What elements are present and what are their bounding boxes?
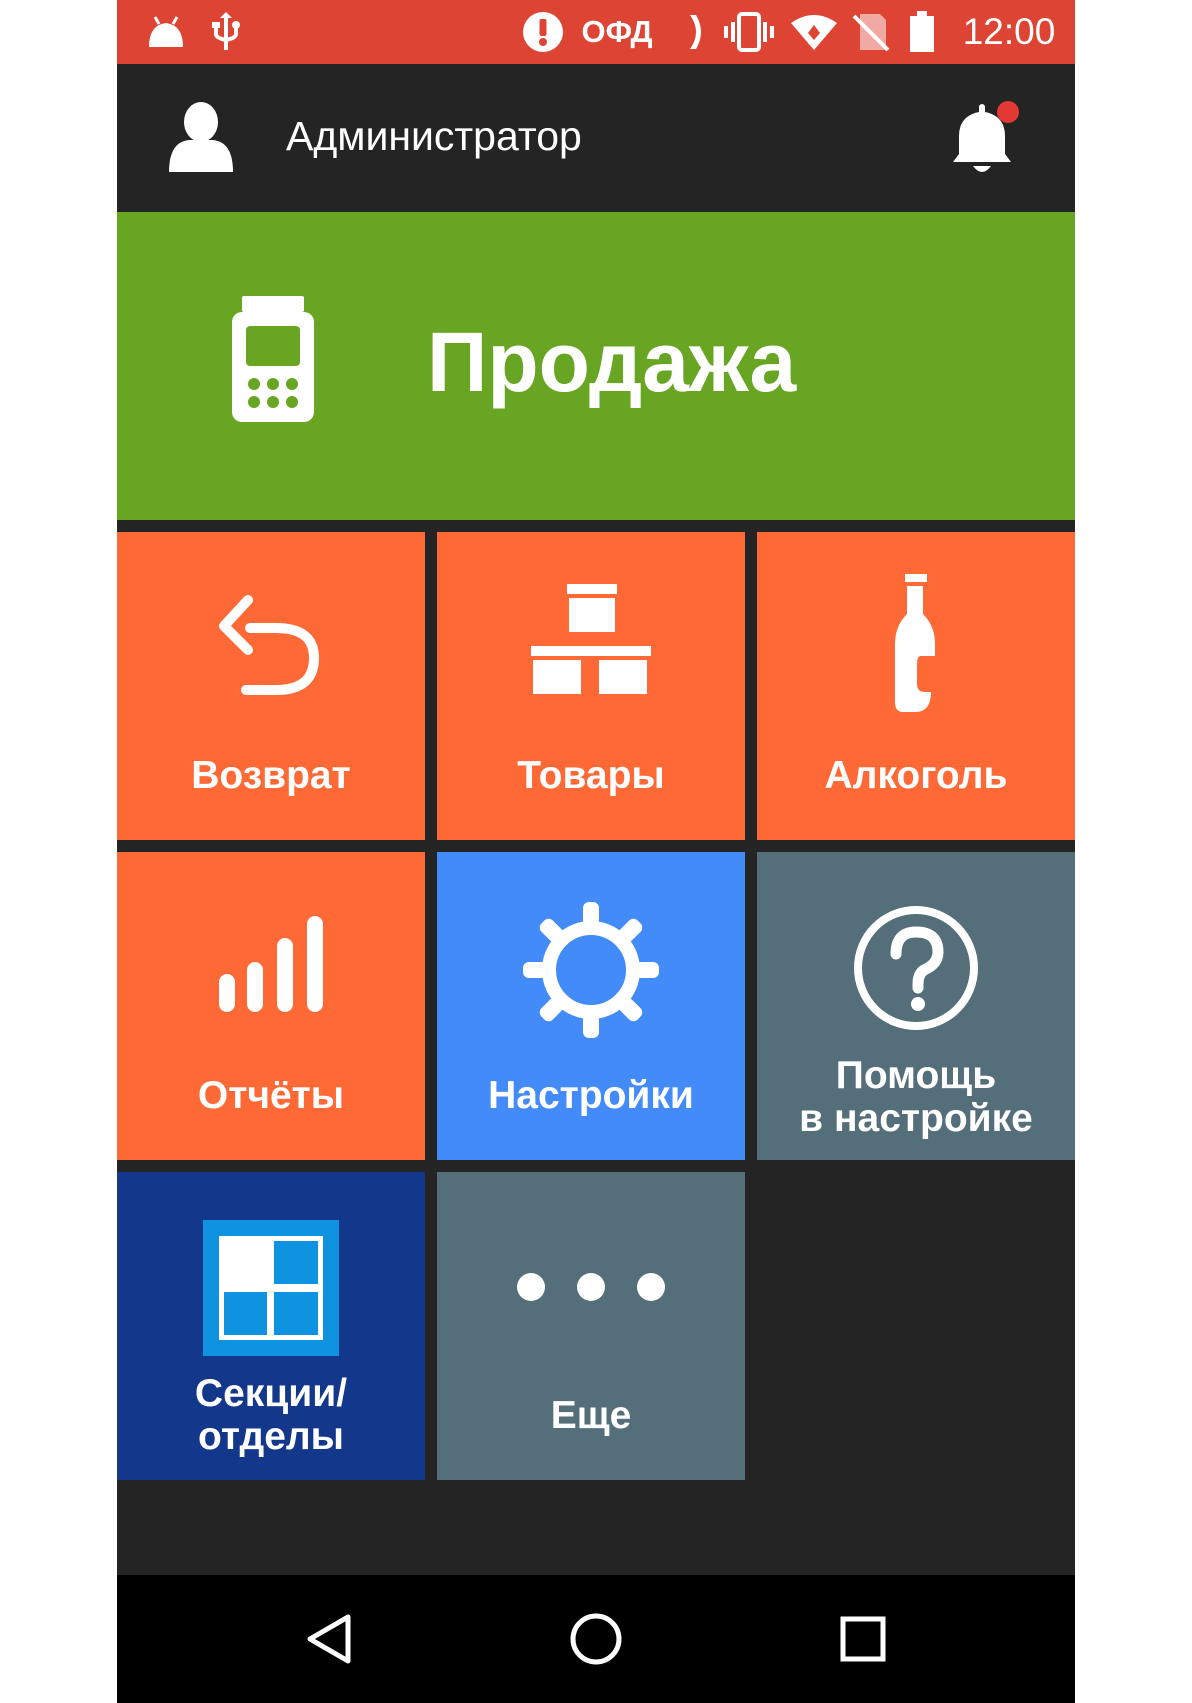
more-tile[interactable]: Еще — [437, 1172, 745, 1480]
sale-label: Продажа — [427, 315, 797, 409]
settings-tile[interactable]: Настройки — [437, 852, 745, 1160]
android-icon — [145, 0, 187, 64]
sections-label-line1: Секции/ — [194, 1372, 348, 1415]
status-bar: ОФД 12:00 — [117, 0, 1075, 64]
more-label: Еще — [550, 1394, 632, 1437]
help-label-line1: Помощь — [835, 1054, 997, 1097]
battery-icon — [905, 0, 939, 64]
usb-icon — [209, 0, 243, 64]
bell-icon[interactable] — [949, 100, 1021, 182]
user-name: Администратор — [286, 113, 582, 159]
help-circle-icon — [852, 904, 980, 1036]
back-icon[interactable] — [269, 1575, 389, 1703]
wifi-icon — [789, 0, 839, 64]
alcohol-label: Алкоголь — [824, 754, 1008, 797]
grid-icon — [203, 1220, 339, 1360]
no-sim-icon — [851, 0, 891, 64]
return-label: Возврат — [191, 754, 351, 797]
goods-tile[interactable]: Товары — [437, 532, 745, 840]
signal-arc-icon — [685, 0, 707, 64]
more-dots-icon — [517, 1272, 665, 1306]
sale-button[interactable]: Продажа — [117, 212, 1075, 520]
reports-label: Отчёты — [197, 1074, 345, 1117]
app-screen: ОФД 12:00 Администратор Продажа Возврат … — [117, 0, 1075, 1703]
home-icon[interactable] — [536, 1575, 656, 1703]
navigation-bar — [117, 1575, 1075, 1703]
alert-icon — [519, 0, 567, 64]
undo-icon — [216, 590, 324, 700]
sections-label-line2: отделы — [198, 1415, 344, 1458]
card-terminal-icon — [232, 296, 314, 426]
gear-icon — [523, 902, 659, 1042]
settings-label: Настройки — [488, 1074, 694, 1117]
status-time: 12:00 — [962, 11, 1056, 52]
user-icon[interactable] — [169, 102, 233, 176]
ofd-label: ОФД — [581, 14, 653, 49]
alcohol-tile[interactable]: Алкоголь — [757, 532, 1075, 840]
reports-tile[interactable]: Отчёты — [117, 852, 425, 1160]
recents-icon[interactable] — [803, 1575, 923, 1703]
return-tile[interactable]: Возврат — [117, 532, 425, 840]
sections-tile[interactable]: Секции/ отделы — [117, 1172, 425, 1480]
bottle-icon — [891, 574, 939, 718]
help-label-line2: в настройке — [799, 1097, 1033, 1140]
bars-icon — [219, 916, 323, 1016]
goods-label: Товары — [517, 754, 665, 797]
boxes-icon — [531, 584, 651, 708]
help-tile[interactable]: Помощь в настройке — [757, 852, 1075, 1160]
vibrate-icon — [723, 0, 775, 64]
app-header: Администратор — [117, 64, 1075, 212]
